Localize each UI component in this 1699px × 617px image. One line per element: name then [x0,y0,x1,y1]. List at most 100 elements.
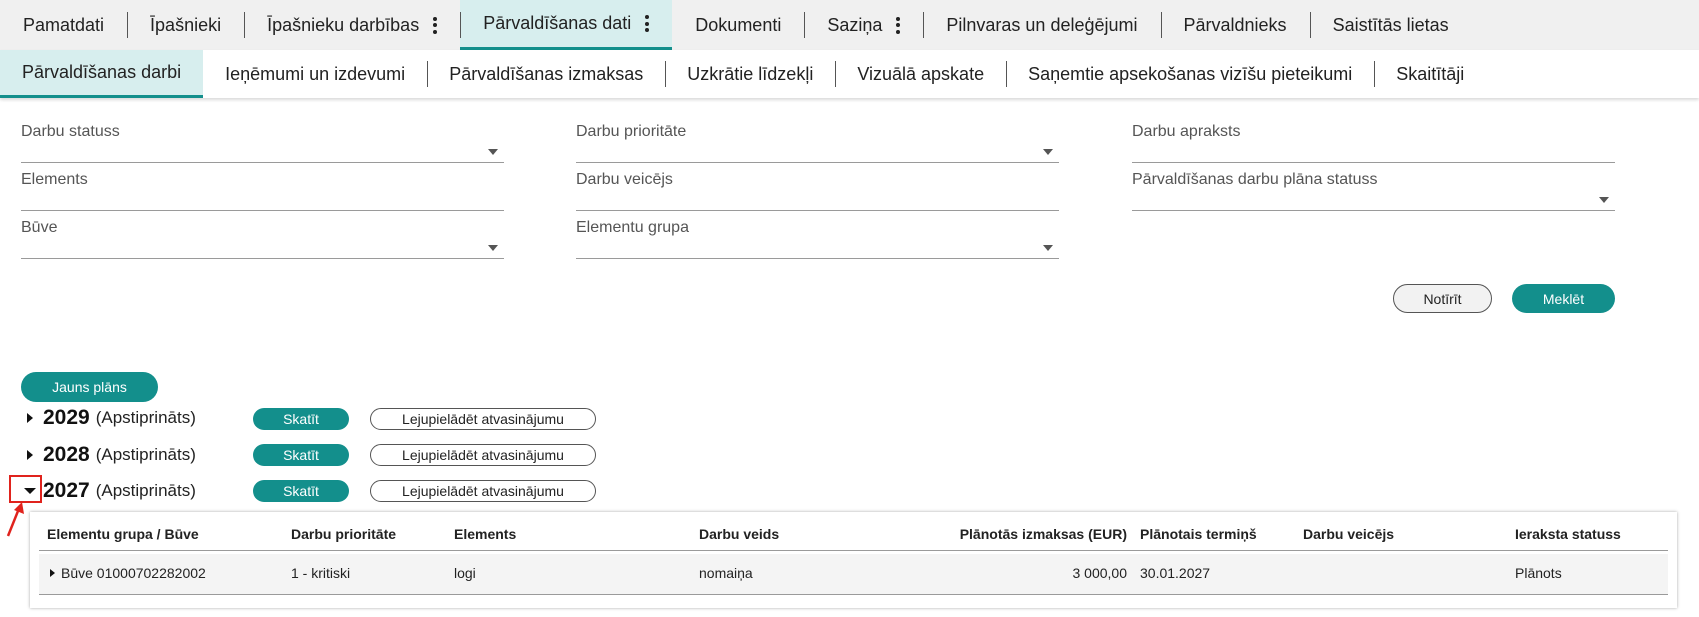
expand-arrow-icon[interactable] [20,408,40,428]
download-derivative-button[interactable]: Lejupielādēt atvasinājumu [370,408,596,430]
buve-select[interactable]: Būve [21,219,504,259]
subtab-label: Vizuālā apskate [857,63,985,84]
column-header[interactable]: Darbu veicējs [1303,526,1394,542]
subtab-label: Uzkrātie līdzekļi [687,63,814,84]
darbu-statuss-select[interactable]: Darbu statuss [21,123,504,163]
field-label: Elementu grupa [576,219,689,236]
view-plan-button[interactable]: Skatīt [253,444,349,466]
column-header[interactable]: Plānotais termiņš [1140,526,1257,542]
button-label: Lejupielādēt atvasinājumu [402,447,564,463]
tab-pilnvaras[interactable]: Pilnvaras un deleģējumi [923,0,1160,50]
subtab-izmaksas[interactable]: Pārvaldīšanas izmaksas [427,50,665,98]
tab-pamatdati[interactable]: Pamatdati [0,0,127,50]
darbu-prioritate-select[interactable]: Darbu prioritāte [576,123,1059,163]
cell-cost: 3 000,00 [1072,565,1128,581]
cell-work-type: nomaiņa [699,565,753,581]
subtab-ienemumi[interactable]: Ieņēmumi un izdevumi [203,50,427,98]
plan-year: 2028 [43,443,90,466]
subtab-label: Saņemtie apsekošanas vizīšu pieteikumi [1028,63,1353,84]
tab-label: Pārvaldnieks [1183,14,1287,35]
tab-dokumenti[interactable]: Dokumenti [672,0,804,50]
plan-status: (Apstiprināts) [95,408,196,427]
annotation-highlight-box [9,475,42,503]
plan-status: (Apstiprināts) [95,481,196,500]
subtab-skaititaji[interactable]: Skaitītāji [1374,50,1486,98]
tab-label: Īpašnieki [150,14,222,35]
view-plan-button[interactable]: Skatīt [253,408,349,430]
table-row[interactable]: Būve 01000702282002 1 - kritiski logi no… [39,554,1668,595]
cell-status: Plānots [1515,565,1562,581]
cell-elements: logi [454,565,476,581]
dropdown-caret-icon [488,149,498,155]
field-label: Pārvaldīšanas darbu plāna statuss [1132,171,1378,188]
plana-statuss-select[interactable]: Pārvaldīšanas darbu plāna statuss [1132,171,1615,211]
column-header[interactable]: Ieraksta statuss [1515,526,1621,542]
new-plan-button[interactable]: Jauns plāns [21,372,158,402]
elements-input[interactable]: Elements [21,171,504,211]
cell-priority: 1 - kritiski [291,565,351,581]
button-label: Meklēt [1542,290,1585,307]
tab-parvaldnieks[interactable]: Pārvaldnieks [1160,0,1310,50]
plan-2027-table: Elementu grupa / Būve Darbu prioritāte E… [30,512,1677,608]
field-label: Būve [21,219,58,236]
annotation-arrow-icon [6,502,24,537]
download-derivative-button[interactable]: Lejupielādēt atvasinājumu [370,480,596,502]
column-header[interactable]: Darbu prioritāte [291,526,396,542]
subtab-label: Ieņēmumi un izdevumi [225,63,406,84]
more-vertical-icon[interactable] [433,16,438,34]
dropdown-caret-icon [1599,197,1609,203]
subtab-apsekosanas-pieteikumi[interactable]: Saņemtie apsekošanas vizīšu pieteikumi [1006,50,1374,98]
expand-row-icon[interactable] [50,569,55,577]
dropdown-caret-icon [1043,245,1053,251]
plan-row-2028: 2028 (Apstiprināts) [20,441,196,469]
tab-parvaldisanas-dati[interactable]: Pārvaldīšanas dati [460,0,673,50]
tab-label: Dokumenti [695,14,782,35]
subtab-label: Pārvaldīšanas izmaksas [449,63,644,84]
plan-year: 2029 [43,406,90,429]
tab-sazina[interactable]: Saziņa [804,0,923,50]
main-tab-bar: Pamatdati Īpašnieki Īpašnieku darbības P… [0,0,1699,50]
plan-status: (Apstiprināts) [95,445,196,464]
field-label: Darbu veicējs [576,171,673,188]
button-label: Skatīt [283,483,319,499]
button-label: Jauns plāns [52,379,127,395]
darbu-apraksts-input[interactable]: Darbu apraksts [1132,123,1615,163]
view-plan-button[interactable]: Skatīt [253,480,349,502]
column-header[interactable]: Elements [454,526,516,542]
tab-label: Pilnvaras un deleģējumi [946,14,1138,35]
cell-deadline: 30.01.2027 [1140,565,1211,581]
column-header[interactable]: Elementu grupa / Būve [47,526,199,542]
tab-saistitas-lietas[interactable]: Saistītās lietas [1309,0,1472,50]
subtab-uzkratie-lidzekli[interactable]: Uzkrātie līdzekļi [665,50,835,98]
button-label: Lejupielādēt atvasinājumu [402,411,564,427]
tab-ipasnieki[interactable]: Īpašnieki [127,0,244,50]
subtab-label: Pārvaldīšanas darbi [22,62,182,82]
sub-tab-bar: Pārvaldīšanas darbi Ieņēmumi un izdevumi… [0,50,1699,98]
tab-label: Saistītās lietas [1332,14,1449,35]
more-vertical-icon[interactable] [645,15,650,32]
plan-row-2027: 2027 (Apstiprināts) [20,477,196,505]
button-label: Skatīt [283,411,319,427]
elementu-grupa-select[interactable]: Elementu grupa [576,219,1059,259]
column-header[interactable]: Plānotās izmaksas (EUR) [960,526,1127,542]
search-button[interactable]: Meklēt [1512,284,1615,313]
tab-label: Pamatdati [23,14,105,35]
download-derivative-button[interactable]: Lejupielādēt atvasinājumu [370,444,596,466]
subtab-parvaldisanas-darbi[interactable]: Pārvaldīšanas darbi [0,50,204,98]
button-label: Lejupielādēt atvasinājumu [402,483,564,499]
button-label: Notīrīt [1423,290,1462,307]
darbu-veicejs-input[interactable]: Darbu veicējs [576,171,1059,211]
dropdown-caret-icon [488,245,498,251]
plan-row-2029: 2029 (Apstiprināts) [20,404,196,432]
tab-ipasnieku-darbibas[interactable]: Īpašnieku darbības [244,0,460,50]
dropdown-caret-icon [1043,149,1053,155]
field-label: Elements [21,171,88,188]
column-header[interactable]: Darbu veids [699,526,779,542]
more-vertical-icon[interactable] [896,16,901,34]
expand-arrow-icon[interactable] [20,445,40,465]
field-label: Darbu prioritāte [576,123,687,140]
subtab-label: Skaitītāji [1396,63,1465,84]
clear-button[interactable]: Notīrīt [1393,284,1492,313]
subtab-vizuala-apskate[interactable]: Vizuālā apskate [835,50,1006,98]
tab-label: Saziņa [827,14,883,35]
